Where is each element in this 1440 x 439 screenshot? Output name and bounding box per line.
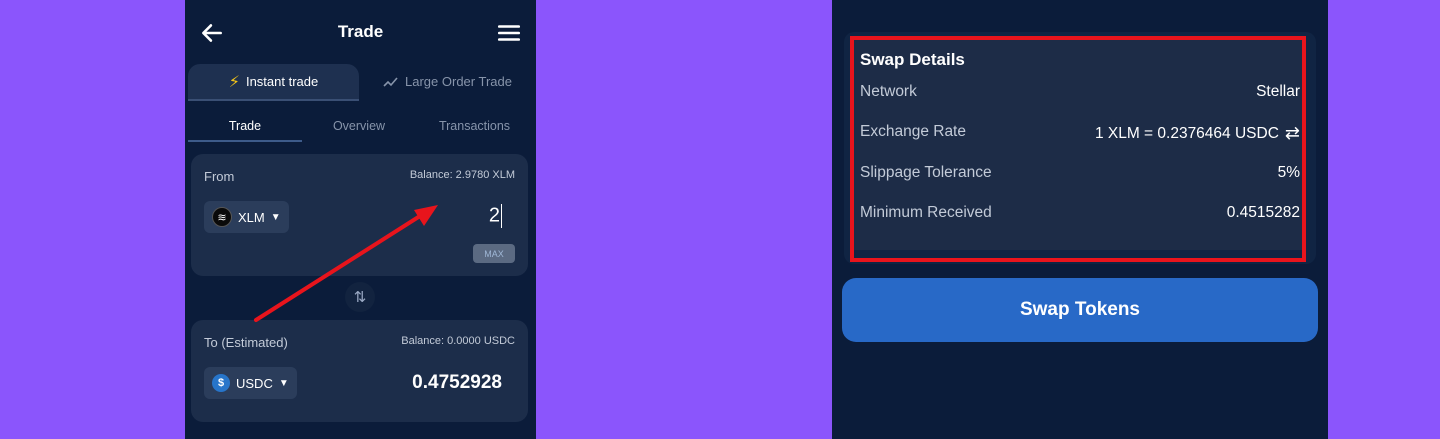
tab-large-order-trade[interactable]: Large Order Trade: [370, 64, 525, 99]
tab-instant-trade[interactable]: ⚡ Instant trade: [188, 64, 359, 101]
from-balance: Balance: 2.9780 XLM: [409, 169, 515, 181]
max-button[interactable]: MAX: [473, 244, 515, 263]
swap-direction-icon[interactable]: ⇅: [345, 282, 375, 312]
to-label: To (Estimated): [204, 335, 288, 350]
tab-label: Large Order Trade: [405, 74, 512, 89]
from-amount-input[interactable]: 2: [489, 204, 502, 228]
swap-details-screen: Swap Details Network Stellar Exchange Ra…: [832, 0, 1328, 439]
tab-trade[interactable]: Trade: [188, 112, 302, 142]
tab-transactions[interactable]: Transactions: [416, 112, 533, 140]
tab-label: Instant trade: [245, 74, 319, 89]
from-amount-value: 2: [488, 204, 500, 227]
to-amount: 0.4752928: [412, 372, 502, 393]
text-caret: [501, 204, 502, 228]
to-balance: Balance: 0.0000 USDC: [401, 335, 515, 347]
from-token-select[interactable]: ≋ XLM ▼: [204, 201, 289, 233]
chevron-down-icon: ▼: [278, 377, 289, 389]
from-label: From: [204, 169, 235, 184]
to-token-label: USDC: [236, 375, 273, 391]
trade-screen: Trade ⚡ Instant trade Large Order Trade …: [185, 0, 536, 439]
from-token-label: XLM: [238, 209, 265, 225]
hamburger-menu-icon[interactable]: [496, 22, 522, 44]
trend-line-icon: [383, 76, 398, 87]
header: Trade: [185, 0, 536, 64]
swap-tokens-button[interactable]: Swap Tokens: [842, 278, 1318, 342]
stellar-icon: ≋: [212, 207, 232, 227]
from-card: From Balance: 2.9780 XLM ≋ XLM ▼ 2 MAX: [191, 154, 528, 276]
usdc-icon: $: [212, 374, 230, 392]
tab-overview[interactable]: Overview: [302, 112, 416, 140]
annotation-highlight-box: [850, 36, 1306, 262]
to-token-select[interactable]: $ USDC ▼: [204, 367, 297, 399]
chevron-down-icon: ▼: [270, 211, 281, 223]
lightning-icon: ⚡: [228, 73, 240, 91]
to-card: To (Estimated) Balance: 0.0000 USDC $ US…: [191, 320, 528, 422]
page-title: Trade: [337, 22, 384, 41]
